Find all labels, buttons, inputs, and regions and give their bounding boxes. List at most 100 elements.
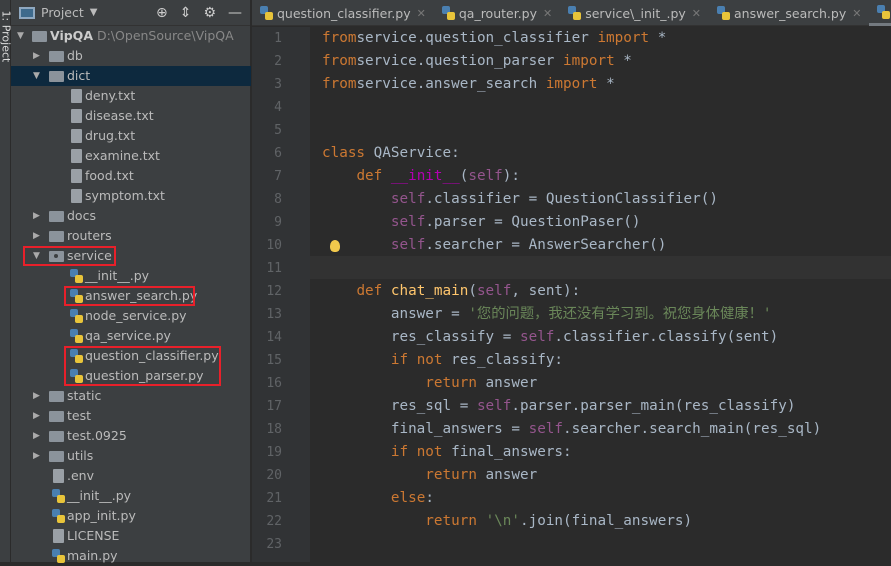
text-file-icon [71, 149, 82, 163]
line-number: 23 [266, 537, 282, 552]
python-file-icon [52, 549, 65, 563]
tree-item[interactable]: ▼ dict [11, 66, 251, 86]
code-token: self [390, 237, 426, 253]
tree-item[interactable]: ▶ test [11, 406, 251, 426]
tree-item[interactable]: ▶ routers [11, 226, 251, 246]
lightbulb-icon[interactable] [330, 240, 340, 252]
tree-root[interactable]: ▼ VipQA D:\OpenSource\VipQA [11, 26, 251, 46]
line-number: 13 [266, 307, 282, 322]
tree-item[interactable]: drug.txt [11, 126, 251, 146]
editor-tab[interactable]: answer_search.py ✕ [709, 0, 869, 26]
code-line[interactable]: else: [322, 487, 434, 510]
close-icon[interactable]: ✕ [692, 7, 701, 20]
code-line[interactable]: self.parser = QuestionPaser() [322, 211, 641, 234]
tree-item[interactable]: symptom.txt [11, 186, 251, 206]
tree-item-label: __init__.py [67, 488, 132, 503]
text-file-icon [71, 129, 82, 143]
tree-item[interactable]: ▶ utils [11, 446, 251, 466]
code-editor[interactable]: fromservice.question_classifier import *… [310, 27, 891, 562]
tree-item-label: docs [67, 208, 96, 223]
chevron-right-icon[interactable]: ▶ [33, 426, 40, 446]
tree-item[interactable]: ▶ db [11, 46, 251, 66]
chevron-right-icon[interactable]: ▶ [33, 226, 40, 246]
line-number: 22 [266, 514, 282, 529]
tree-item[interactable]: disease.txt [11, 106, 251, 126]
tree-item[interactable]: __init__.py [11, 486, 251, 506]
expand-arrow-icon[interactable]: ▼ [17, 26, 24, 46]
code-line[interactable]: fromservice.question_parser import * [322, 50, 632, 73]
chevron-right-icon[interactable]: ▶ [33, 406, 40, 426]
tree-item[interactable]: __init__.py [11, 266, 251, 286]
code-token: * [597, 76, 615, 92]
code-line[interactable]: return '\n'.join(final_answers) [322, 510, 692, 533]
chevron-right-icon[interactable]: ▶ [33, 386, 40, 406]
code-token: : [425, 490, 434, 506]
tree-item[interactable]: deny.txt [11, 86, 251, 106]
project-view-selector[interactable]: Project [41, 5, 84, 20]
folder-icon [49, 211, 64, 222]
tree-item[interactable]: main.py [11, 546, 251, 566]
line-number: 8 [274, 192, 282, 207]
tree-item[interactable]: qa_service.py [11, 326, 251, 346]
python-file-icon [70, 309, 83, 323]
code-line[interactable]: def __init__(self): [322, 165, 520, 188]
collapse-icon[interactable]: ⇕ [180, 5, 192, 21]
code-line[interactable]: def chat_main(self, sent): [322, 280, 580, 303]
gear-icon[interactable]: ⚙ [203, 5, 216, 21]
code-line[interactable]: res_classify = self.classifier.classify(… [322, 326, 778, 349]
tree-item[interactable]: food.txt [11, 166, 251, 186]
editor-tab[interactable]: question_classifier.py ✕ [252, 0, 434, 26]
chevron-right-icon[interactable]: ▶ [33, 206, 40, 226]
close-icon[interactable]: ✕ [543, 7, 552, 20]
code-token: .classifier = QuestionClassifier() [425, 191, 718, 207]
code-line[interactable]: return answer [322, 372, 537, 395]
chevron-down-icon[interactable]: ▼ [33, 66, 40, 86]
code-line[interactable]: final_answers = self.searcher.search_mai… [322, 418, 821, 441]
tab-label: question_classifier.py [277, 5, 411, 21]
tree-item-label: routers [67, 228, 112, 243]
code-line[interactable]: self.classifier = QuestionClassifier() [322, 188, 718, 211]
tree-item[interactable]: LICENSE [11, 526, 251, 546]
code-line[interactable]: self.searcher = AnswerSearcher() [322, 234, 666, 257]
code-token: else [390, 490, 426, 506]
editor-tab[interactable]: qa_router.py ✕ [434, 0, 560, 26]
code-token: res_classify = [322, 329, 520, 345]
editor-tab[interactable]: qa [869, 0, 891, 26]
tree-item[interactable]: .env [11, 466, 251, 486]
text-file-icon [53, 529, 64, 543]
code-line[interactable]: class QAService: [322, 142, 460, 165]
code-token: ): [502, 168, 521, 184]
tree-item[interactable]: ▶ docs [11, 206, 251, 226]
tree-item[interactable]: examine.txt [11, 146, 251, 166]
locate-icon[interactable]: ⊕ [156, 5, 168, 21]
chevron-right-icon[interactable]: ▶ [33, 446, 40, 466]
chevron-down-icon[interactable]: ▼ [90, 7, 98, 18]
text-file-icon [71, 169, 82, 183]
tree-item[interactable]: app_init.py [11, 506, 251, 526]
code-line[interactable]: res_sql = self.parser.parser_main(res_cl… [322, 395, 796, 418]
line-number: 15 [266, 353, 282, 368]
folder-icon [49, 451, 64, 462]
tool-window-strip[interactable]: 1: Project [0, 0, 13, 562]
close-icon[interactable]: ✕ [417, 7, 426, 20]
code-line[interactable]: fromservice.answer_search import * [322, 73, 615, 96]
code-token: def [356, 168, 383, 184]
editor-tab[interactable]: service\_init_.py ✕ [560, 0, 709, 26]
code-token: self [528, 421, 564, 437]
tree-item[interactable]: ▶ static [11, 386, 251, 406]
tree-item[interactable]: node_service.py [11, 306, 251, 326]
close-icon[interactable]: ✕ [852, 7, 861, 20]
chevron-right-icon[interactable]: ▶ [33, 46, 40, 66]
text-file-icon [71, 189, 82, 203]
hide-icon[interactable]: — [228, 5, 242, 21]
code-line[interactable]: return answer [322, 464, 537, 487]
line-number: 12 [266, 284, 282, 299]
code-line[interactable]: if not final_answers: [322, 441, 572, 464]
code-line[interactable]: if not res_classify: [322, 349, 563, 372]
code-line[interactable]: answer = '您的问题，我还没有学习到。祝您身体健康！' [322, 303, 772, 326]
folder-icon [49, 391, 64, 402]
code-line[interactable]: fromservice.question_classifier import * [322, 27, 666, 50]
tree-item[interactable]: ▶ test.0925 [11, 426, 251, 446]
tab-label: service\_init_.py [585, 5, 686, 21]
